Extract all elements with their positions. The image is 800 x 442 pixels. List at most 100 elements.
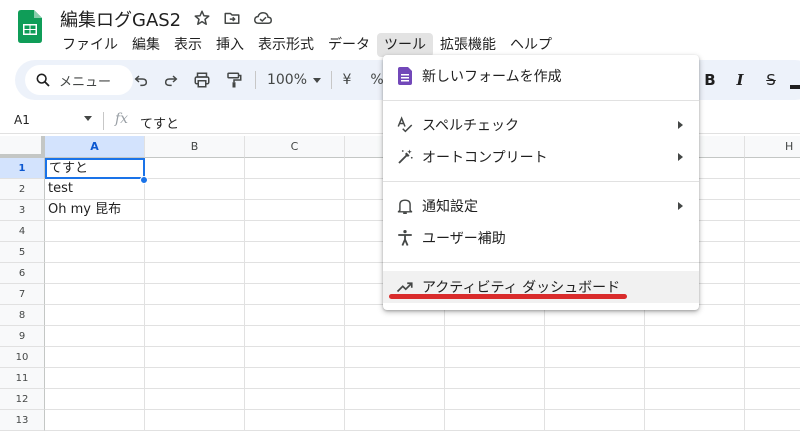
cell-c1[interactable] <box>245 158 345 179</box>
cell-a13[interactable] <box>45 410 145 431</box>
menu-view[interactable]: 表示 <box>167 33 209 57</box>
chevron-down-icon[interactable] <box>84 116 92 121</box>
select-all-corner[interactable] <box>0 136 45 158</box>
menu-help[interactable]: ヘルプ <box>503 33 559 57</box>
cell-b4[interactable] <box>145 221 245 242</box>
cell-h12[interactable] <box>745 389 800 410</box>
row-header-9[interactable]: 9 <box>0 326 45 347</box>
cell-b2[interactable] <box>145 179 245 200</box>
cell-d13[interactable] <box>345 410 445 431</box>
menu-item-accessibility[interactable]: ユーザー補助 <box>383 222 699 254</box>
menu-insert[interactable]: 挿入 <box>209 33 251 57</box>
cell-c12[interactable] <box>245 389 345 410</box>
menu-file[interactable]: ファイル <box>55 33 125 57</box>
cell-a6[interactable] <box>45 263 145 284</box>
row-header-12[interactable]: 12 <box>0 389 45 410</box>
cell-h13[interactable] <box>745 410 800 431</box>
zoom-select[interactable]: 100% <box>259 68 329 92</box>
cell-a1[interactable]: てすと <box>45 158 145 179</box>
cell-c10[interactable] <box>245 347 345 368</box>
cell-a5[interactable] <box>45 242 145 263</box>
row-header-4[interactable]: 4 <box>0 221 45 242</box>
undo-button[interactable] <box>129 68 153 92</box>
menu-item-spellcheck[interactable]: スペルチェック <box>383 109 699 141</box>
cloud-saved-icon[interactable] <box>253 9 273 27</box>
cell-c9[interactable] <box>245 326 345 347</box>
cell-b9[interactable] <box>145 326 245 347</box>
cell-d10[interactable] <box>345 347 445 368</box>
cell-c6[interactable] <box>245 263 345 284</box>
row-header-7[interactable]: 7 <box>0 284 45 305</box>
cell-e13[interactable] <box>445 410 545 431</box>
menu-edit[interactable]: 編集 <box>125 33 167 57</box>
cell-b10[interactable] <box>145 347 245 368</box>
cell-c13[interactable] <box>245 410 345 431</box>
menu-format[interactable]: 表示形式 <box>251 33 321 57</box>
row-header-13[interactable]: 13 <box>0 410 45 431</box>
cell-a8[interactable] <box>45 305 145 326</box>
cell-g10[interactable] <box>645 347 745 368</box>
cell-e11[interactable] <box>445 368 545 389</box>
cell-h11[interactable] <box>745 368 800 389</box>
menu-item-autocomplete[interactable]: オートコンプリート <box>383 141 699 173</box>
fill-handle[interactable] <box>140 176 148 184</box>
menu-search-box[interactable]: メニュー <box>25 65 133 95</box>
column-header-a[interactable]: A <box>45 136 145 158</box>
cell-e12[interactable] <box>445 389 545 410</box>
cell-b6[interactable] <box>145 263 245 284</box>
cell-b8[interactable] <box>145 305 245 326</box>
redo-button[interactable] <box>159 68 183 92</box>
row-header-5[interactable]: 5 <box>0 242 45 263</box>
cell-f12[interactable] <box>545 389 645 410</box>
cell-g11[interactable] <box>645 368 745 389</box>
menu-extensions[interactable]: 拡張機能 <box>433 33 503 57</box>
cell-c7[interactable] <box>245 284 345 305</box>
row-header-8[interactable]: 8 <box>0 305 45 326</box>
cell-c2[interactable] <box>245 179 345 200</box>
cell-a4[interactable] <box>45 221 145 242</box>
text-color-button[interactable] <box>790 68 800 92</box>
cell-c8[interactable] <box>245 305 345 326</box>
cell-b3[interactable] <box>145 200 245 221</box>
cell-h8[interactable] <box>745 305 800 326</box>
cell-h1[interactable] <box>745 158 800 179</box>
cell-d11[interactable] <box>345 368 445 389</box>
cell-a3[interactable]: Oh my 昆布 <box>45 200 145 221</box>
cell-a7[interactable] <box>45 284 145 305</box>
cell-a9[interactable] <box>45 326 145 347</box>
cell-g9[interactable] <box>645 326 745 347</box>
sheets-logo-icon[interactable] <box>18 10 42 43</box>
cell-f10[interactable] <box>545 347 645 368</box>
name-box[interactable]: A1 <box>14 113 30 127</box>
move-to-folder-icon[interactable] <box>223 9 241 27</box>
cell-h5[interactable] <box>745 242 800 263</box>
document-title[interactable]: 編集ログGAS2 <box>60 6 181 32</box>
cell-a2[interactable]: test <box>45 179 145 200</box>
menu-item-create-form[interactable]: 新しいフォームを作成 <box>383 60 699 92</box>
cell-c3[interactable] <box>245 200 345 221</box>
cell-h2[interactable] <box>745 179 800 200</box>
cell-h10[interactable] <box>745 347 800 368</box>
cell-e10[interactable] <box>445 347 545 368</box>
menu-item-notification-settings[interactable]: 通知設定 <box>383 190 699 222</box>
column-header-h[interactable]: H <box>745 136 800 158</box>
star-icon[interactable] <box>193 9 211 27</box>
currency-format-button[interactable]: ¥ <box>337 68 357 92</box>
cell-b5[interactable] <box>145 242 245 263</box>
cell-c5[interactable] <box>245 242 345 263</box>
cell-h7[interactable] <box>745 284 800 305</box>
cell-f11[interactable] <box>545 368 645 389</box>
row-header-1[interactable]: 1 <box>0 158 45 179</box>
column-header-c[interactable]: C <box>245 136 345 158</box>
cell-b13[interactable] <box>145 410 245 431</box>
cell-d12[interactable] <box>345 389 445 410</box>
strikethrough-button[interactable]: S <box>760 68 782 92</box>
cell-b12[interactable] <box>145 389 245 410</box>
formula-input[interactable]: てすと <box>140 113 179 132</box>
row-header-11[interactable]: 11 <box>0 368 45 389</box>
menu-tools[interactable]: ツール <box>377 33 433 57</box>
bold-button[interactable]: B <box>699 68 721 92</box>
cell-h6[interactable] <box>745 263 800 284</box>
cell-g12[interactable] <box>645 389 745 410</box>
cell-c11[interactable] <box>245 368 345 389</box>
